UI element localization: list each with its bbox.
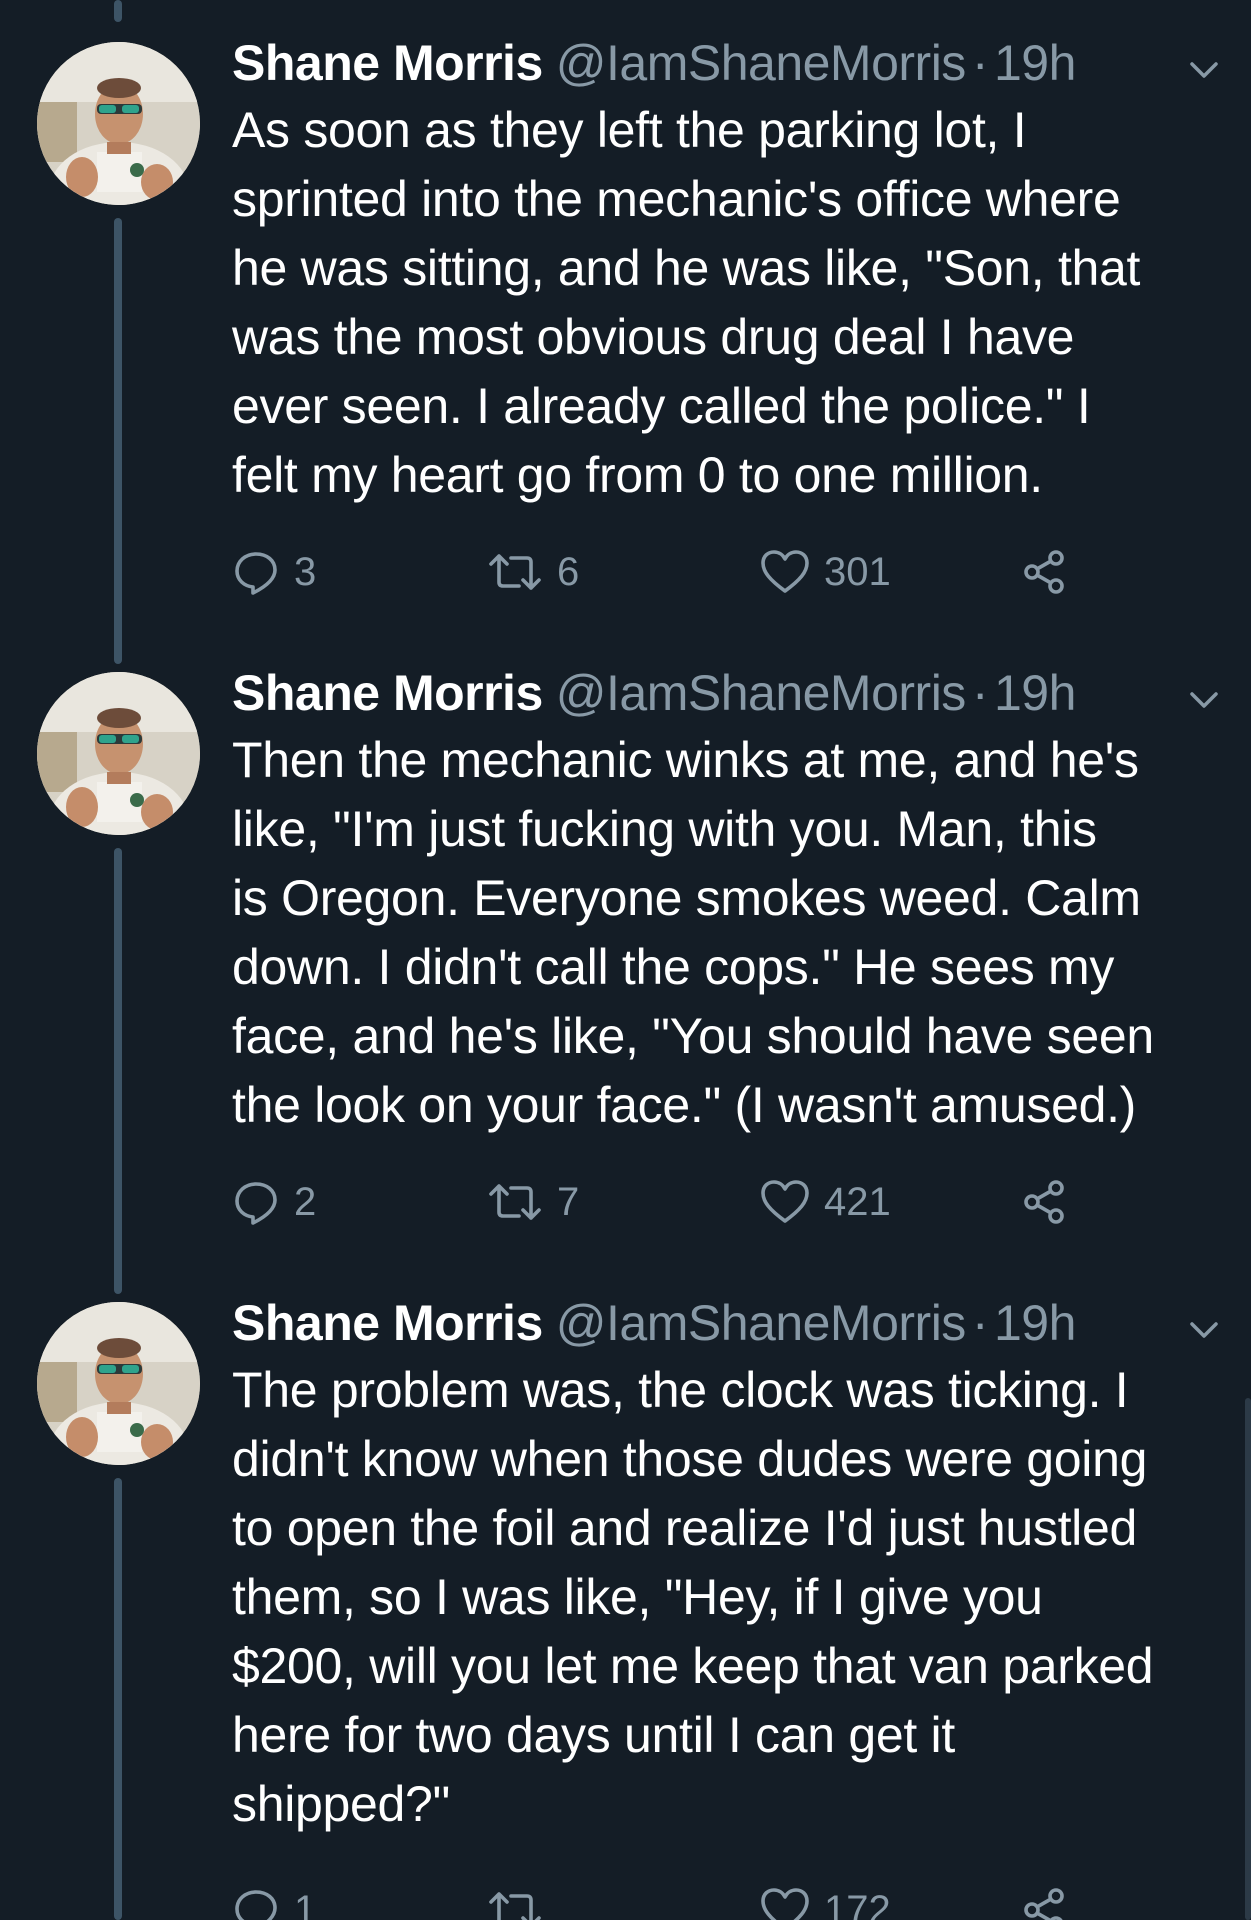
- share-icon: [1024, 1888, 1064, 1920]
- chevron-down-icon[interactable]: [1184, 50, 1224, 90]
- reply-count: 2: [294, 1179, 317, 1224]
- like-count: 172: [824, 1887, 891, 1920]
- retweet-count: 6: [557, 549, 580, 594]
- retweet-button[interactable]: 7: [487, 1172, 579, 1232]
- share-button[interactable]: [1020, 542, 1068, 602]
- avatar[interactable]: [37, 42, 200, 205]
- separator: ·: [971, 1295, 989, 1351]
- author-name[interactable]: Shane Morris: [232, 1290, 543, 1356]
- heart-icon: [761, 1888, 809, 1920]
- reply-button[interactable]: 1: [232, 1880, 316, 1920]
- reply-icon: [235, 552, 277, 595]
- like-count: 421: [824, 1179, 891, 1224]
- separator: ·: [971, 665, 989, 721]
- author-name[interactable]: Shane Morris: [232, 30, 543, 96]
- retweet-count: 7: [557, 1179, 580, 1224]
- avatar[interactable]: [37, 672, 200, 835]
- share-icon: [1024, 1180, 1064, 1224]
- separator: ·: [971, 35, 989, 91]
- chevron-down-icon[interactable]: [1184, 680, 1224, 720]
- share-button[interactable]: [1020, 1880, 1068, 1920]
- tweet[interactable]: Shane Morris @IamShaneMorris · 19h The p…: [0, 1260, 1251, 1920]
- share-icon: [1024, 550, 1064, 594]
- tweet-actions: 3 6 301: [232, 542, 1132, 602]
- tweet-time[interactable]: 19h: [994, 660, 1076, 726]
- avatar-image: [37, 672, 200, 835]
- author-name[interactable]: Shane Morris: [232, 660, 543, 726]
- tweet-time[interactable]: 19h: [994, 1290, 1076, 1356]
- like-button[interactable]: 421: [760, 1172, 891, 1232]
- author-handle[interactable]: @IamShaneMorris: [556, 1290, 967, 1356]
- reply-button[interactable]: 2: [232, 1172, 316, 1232]
- tweet-time[interactable]: 19h: [994, 30, 1076, 96]
- tweet[interactable]: Shane Morris @IamShaneMorris · 19h As so…: [0, 0, 1251, 630]
- author-handle[interactable]: @IamShaneMorris: [556, 30, 967, 96]
- avatar-image: [37, 42, 200, 205]
- avatar[interactable]: [37, 1302, 200, 1465]
- heart-icon: [761, 550, 809, 593]
- tweet-header: Shane Morris @IamShaneMorris · 19h: [232, 660, 1222, 726]
- reply-count: 1: [294, 1887, 317, 1920]
- tweet-actions: 2 7 421: [232, 1172, 1132, 1232]
- avatar-image: [37, 1302, 200, 1465]
- tweet-content: Shane Morris @IamShaneMorris · 19h The p…: [232, 1290, 1222, 1839]
- share-button[interactable]: [1020, 1172, 1068, 1232]
- tweet-content: Shane Morris @IamShaneMorris · 19h Then …: [232, 660, 1222, 1140]
- tweet-header: Shane Morris @IamShaneMorris · 19h: [232, 30, 1222, 96]
- retweet-button[interactable]: 6: [487, 542, 579, 602]
- tweet-actions: 1 172: [232, 1880, 1132, 1920]
- reply-count: 3: [294, 549, 317, 594]
- timeline: Shane Morris @IamShaneMorris · 19h As so…: [0, 0, 1251, 1920]
- retweet-icon: [489, 1184, 541, 1220]
- tweet-header: Shane Morris @IamShaneMorris · 19h: [232, 1290, 1222, 1356]
- chevron-down-icon[interactable]: [1184, 1310, 1224, 1350]
- retweet-icon: [489, 554, 541, 590]
- like-button[interactable]: 301: [760, 542, 891, 602]
- reply-icon: [235, 1890, 277, 1920]
- reply-button[interactable]: 3: [232, 542, 316, 602]
- tweet-text: As soon as they left the parking lot, I …: [232, 102, 1141, 503]
- retweet-icon: [489, 1892, 541, 1920]
- tweet-content: Shane Morris @IamShaneMorris · 19h As so…: [232, 30, 1222, 510]
- like-button[interactable]: 172: [760, 1880, 891, 1920]
- tweet-text: Then the mechanic winks at me, and he's …: [232, 732, 1154, 1133]
- reply-icon: [235, 1182, 277, 1225]
- heart-icon: [761, 1180, 809, 1223]
- author-handle[interactable]: @IamShaneMorris: [556, 660, 967, 726]
- tweet-text: The problem was, the clock was ticking. …: [232, 1362, 1154, 1832]
- like-count: 301: [824, 549, 891, 594]
- retweet-button[interactable]: [487, 1880, 557, 1920]
- tweet[interactable]: Shane Morris @IamShaneMorris · 19h Then …: [0, 630, 1251, 1260]
- scrollbar[interactable]: [1245, 1398, 1251, 1920]
